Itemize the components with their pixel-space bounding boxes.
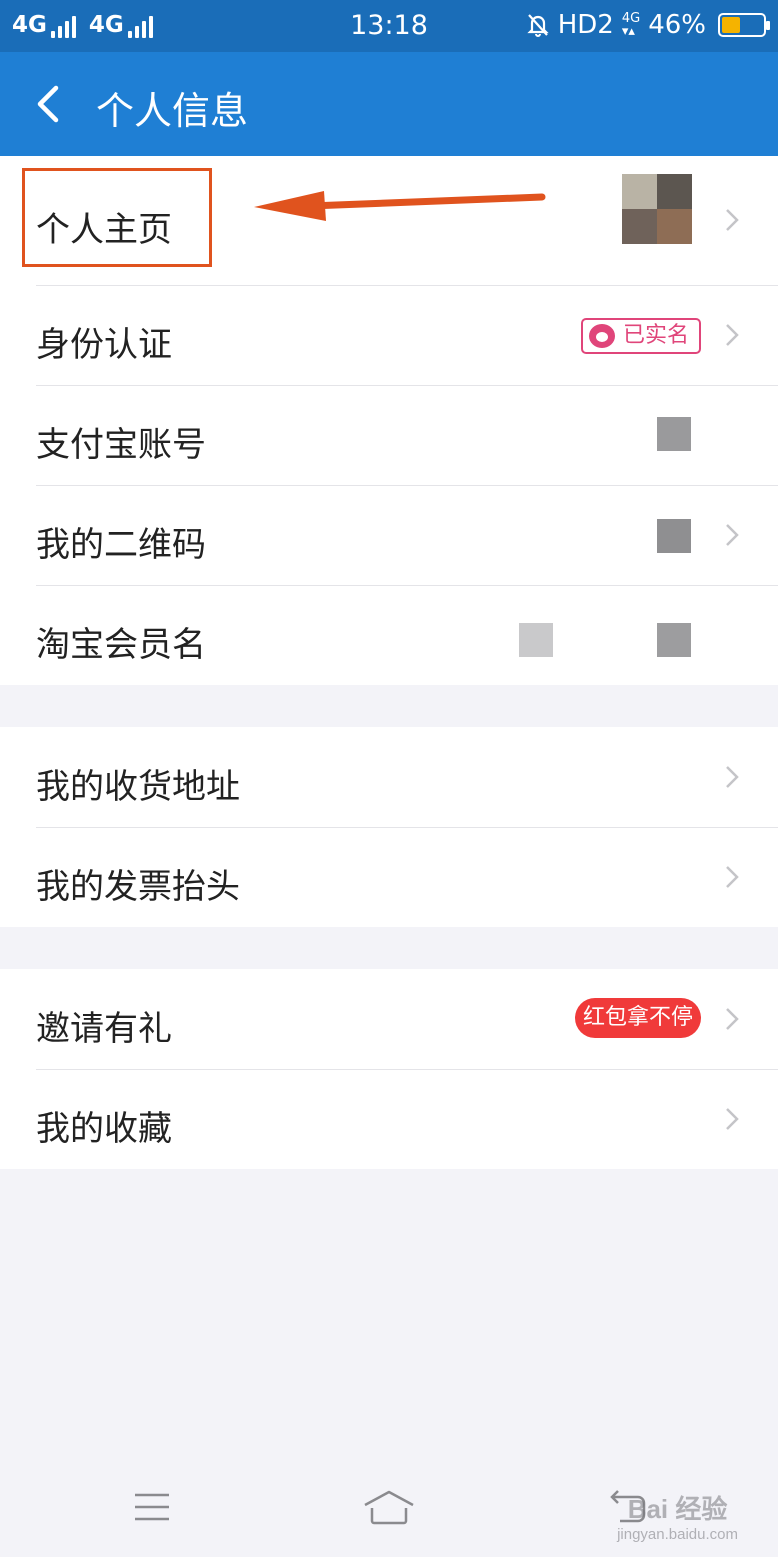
item-label: 我的收藏 bbox=[36, 1109, 172, 1149]
item-label: 我的发票抬头 bbox=[36, 867, 240, 907]
list-item-favorites[interactable]: 我的收藏 bbox=[0, 1069, 778, 1169]
annotation-arrow-icon bbox=[254, 191, 546, 221]
chevron-right-icon bbox=[726, 524, 739, 546]
status-bar: 4G 4G 13:18 HD2 4G ▾▴ 46% bbox=[0, 0, 778, 52]
item-label: 淘宝会员名 bbox=[36, 625, 206, 665]
item-label: 邀请有礼 bbox=[36, 1009, 172, 1049]
chevron-right-icon bbox=[726, 1108, 739, 1130]
promo-badge: 红包拿不停 bbox=[574, 998, 701, 1038]
home-icon bbox=[364, 1490, 414, 1525]
highlight-box bbox=[22, 168, 212, 267]
hd-indicator: HD2 bbox=[557, 10, 614, 40]
redacted-value bbox=[657, 417, 691, 451]
redacted-value bbox=[657, 623, 691, 657]
home-button[interactable] bbox=[359, 1477, 419, 1537]
back-button[interactable] bbox=[22, 78, 74, 130]
item-label: 我的二维码 bbox=[36, 525, 206, 565]
back-arrow-icon bbox=[37, 85, 59, 123]
page-title: 个人信息 bbox=[96, 89, 249, 133]
group-extras: 邀请有礼 红包拿不停 我的收藏 bbox=[0, 969, 778, 1169]
list-item-qr-code[interactable]: 我的二维码 bbox=[0, 485, 778, 585]
watermark-logo: Bai 经验 bbox=[627, 1494, 728, 1524]
mute-bell-icon bbox=[527, 14, 549, 37]
chevron-right-icon bbox=[726, 324, 739, 346]
nav-bar: 个人信息 bbox=[0, 52, 778, 156]
list-item-identity[interactable]: 身份认证 已实名 bbox=[0, 285, 778, 385]
status-icons: HD2 4G ▾▴ 46% bbox=[526, 10, 770, 40]
chevron-right-icon bbox=[726, 766, 739, 788]
list-item-alipay-account[interactable]: 支付宝账号 bbox=[0, 385, 778, 485]
battery-percent: 46% bbox=[648, 10, 706, 40]
group-addresses: 我的收货地址 我的发票抬头 bbox=[0, 727, 778, 927]
list-item-shipping-address[interactable]: 我的收货地址 bbox=[0, 727, 778, 827]
person-icon bbox=[588, 324, 615, 348]
redacted-value bbox=[657, 519, 691, 553]
item-label: 身份认证 bbox=[36, 325, 172, 365]
list-item-invite[interactable]: 邀请有礼 红包拿不停 bbox=[0, 969, 778, 1069]
item-label: 支付宝账号 bbox=[36, 425, 206, 465]
menu-button[interactable] bbox=[122, 1477, 182, 1537]
battery-icon bbox=[718, 13, 770, 37]
avatar bbox=[622, 174, 692, 244]
list-item-invoice-title[interactable]: 我的发票抬头 bbox=[0, 827, 778, 927]
watermark-url: jingyan.baidu.com bbox=[617, 1526, 738, 1543]
list-item-taobao-name[interactable]: 淘宝会员名 bbox=[0, 585, 778, 685]
chevron-right-icon bbox=[726, 209, 739, 231]
menu-icon bbox=[135, 1493, 169, 1521]
chevron-right-icon bbox=[726, 866, 739, 888]
redacted-value bbox=[519, 623, 553, 657]
chevron-right-icon bbox=[726, 1008, 739, 1030]
watermark: Bai 经验 jingyan.baidu.com bbox=[617, 1489, 738, 1543]
verified-badge: 已实名 bbox=[580, 318, 701, 354]
data-indicator: 4G ▾▴ bbox=[621, 11, 641, 39]
item-label: 我的收货地址 bbox=[36, 767, 240, 807]
